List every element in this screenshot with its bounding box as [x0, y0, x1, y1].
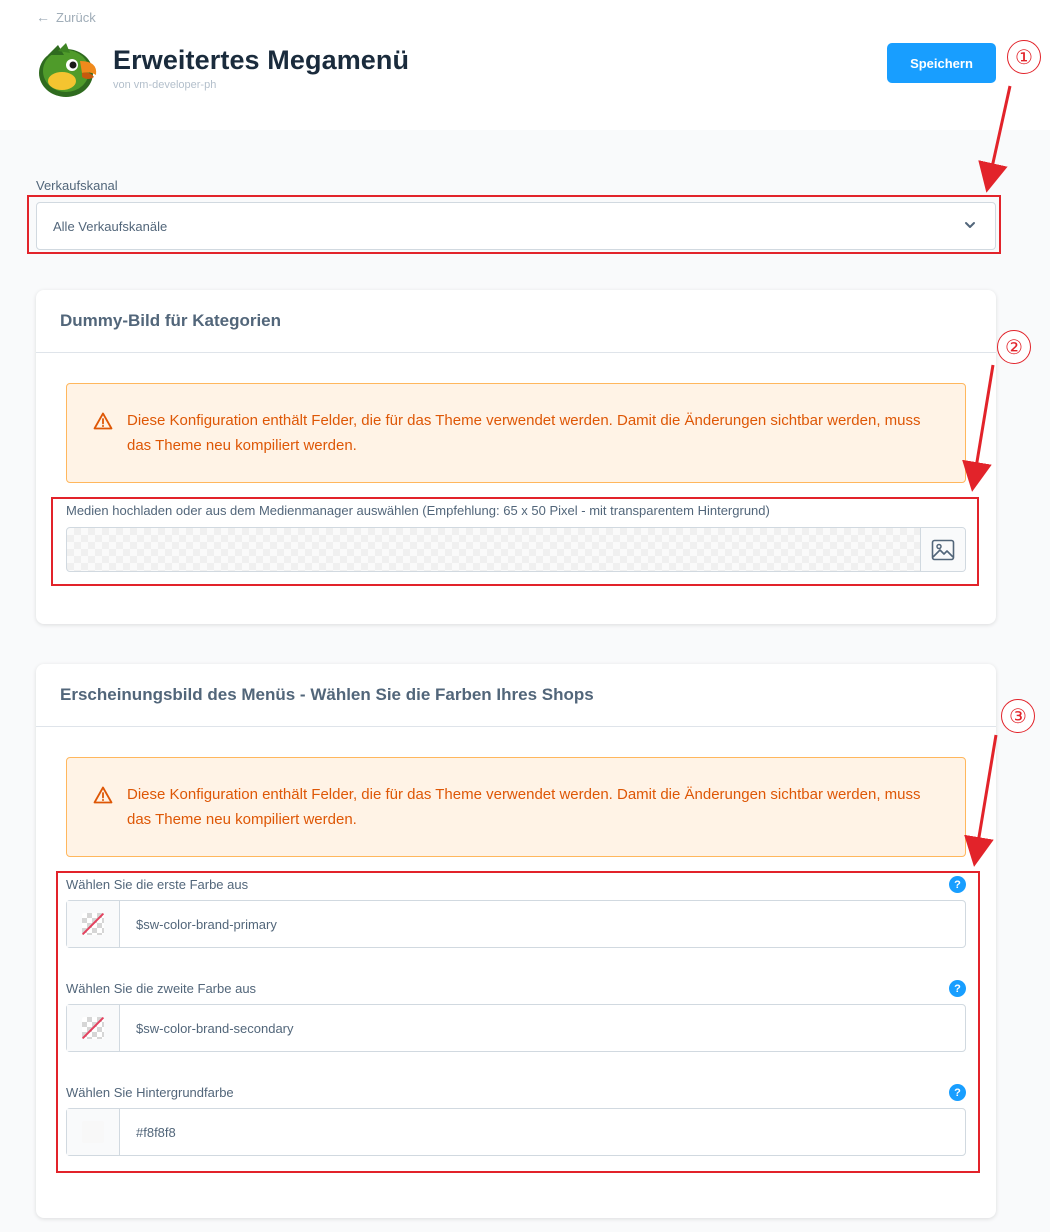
warning-text: Diese Konfiguration enthält Felder, die …: [127, 786, 921, 828]
arrow-left-icon: ←: [36, 9, 50, 25]
back-link[interactable]: ← Zurück: [36, 9, 96, 25]
card-title: Dummy-Bild für Kategorien: [36, 290, 996, 353]
save-button[interactable]: Speichern: [887, 43, 996, 83]
back-label: Zurück: [56, 9, 96, 25]
warning-text: Diese Konfiguration enthält Felder, die …: [127, 412, 921, 454]
sales-channel-label: Verkaufskanal: [36, 178, 118, 193]
warning-icon: [93, 786, 113, 804]
app-title: Erweitertes Megamenü: [113, 45, 410, 75]
theme-warning-alert: Diese Konfiguration enthält Felder, die …: [66, 383, 966, 483]
annotation-box-1: [27, 195, 1001, 254]
parrot-logo-icon: [39, 43, 97, 97]
annotation-box-2: [51, 497, 979, 586]
theme-warning-alert: Diese Konfiguration enthält Felder, die …: [66, 757, 966, 857]
warning-icon: [93, 412, 113, 430]
app-author: von vm-developer-ph: [113, 79, 217, 91]
annotation-marker-3: ③: [1001, 699, 1035, 733]
card-title: Erscheinungsbild des Menüs - Wählen Sie …: [36, 664, 996, 727]
annotation-box-3: [56, 871, 980, 1173]
annotation-marker-2: ②: [997, 330, 1031, 364]
annotation-marker-1: ①: [1007, 40, 1041, 74]
